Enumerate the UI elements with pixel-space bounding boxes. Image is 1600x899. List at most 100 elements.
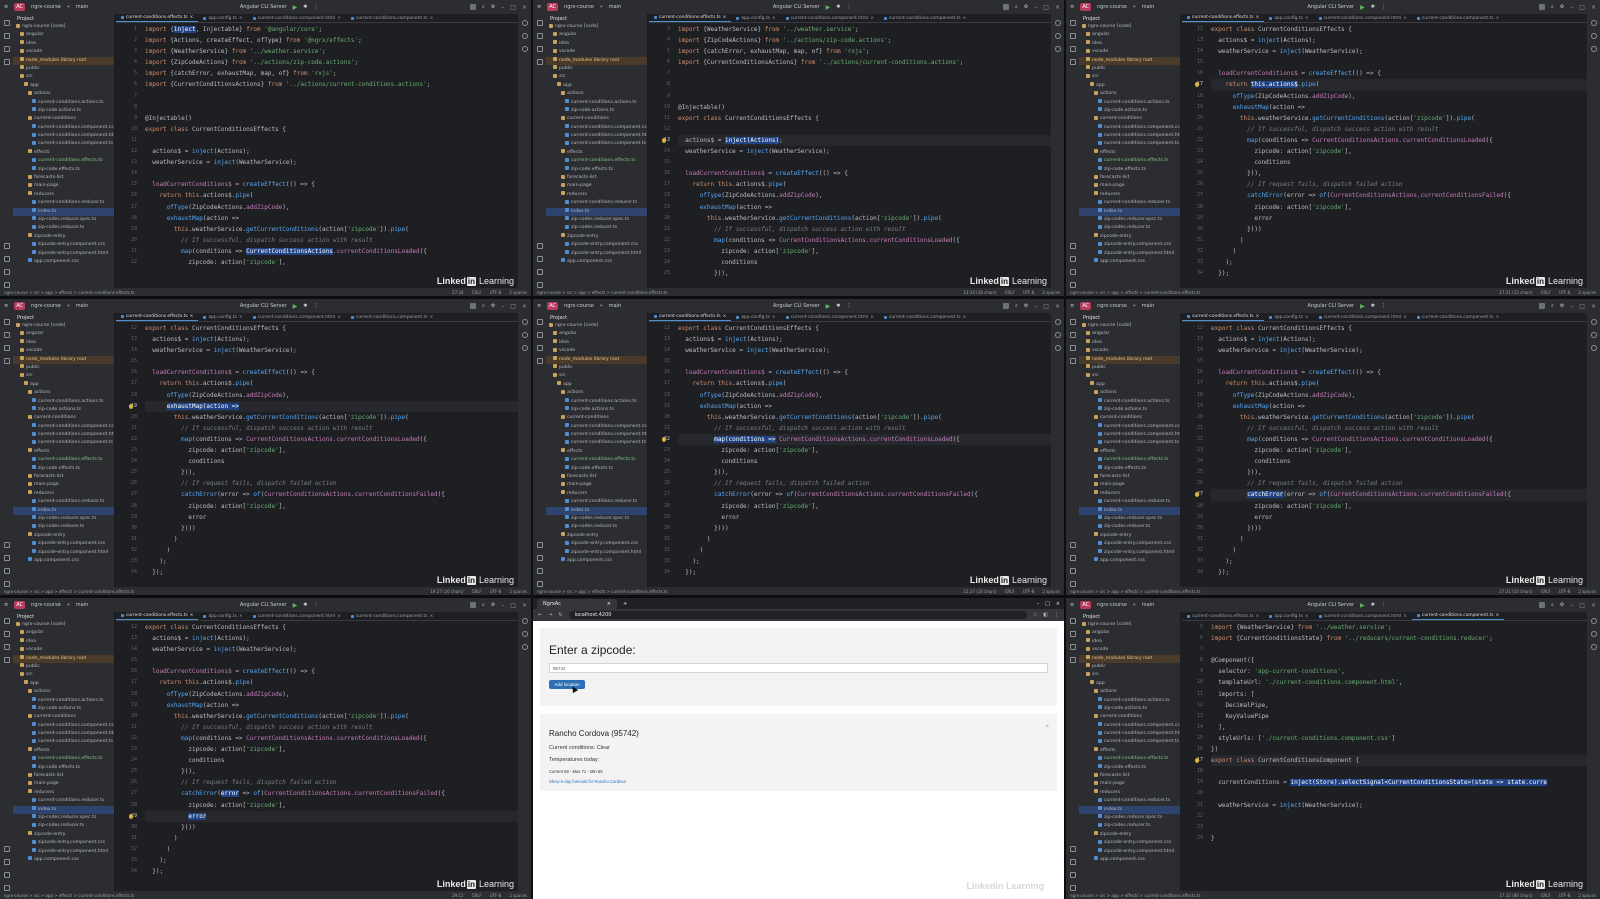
more-tools-icon[interactable] [3,657,10,663]
tree-item[interactable]: vscode [13,347,114,355]
tree-item[interactable]: current-conditions [1079,713,1180,721]
project-name[interactable]: ngrx-course [564,4,594,10]
editor-tab[interactable]: current-conditions.component.ts × [346,14,438,22]
tree-item[interactable]: effects [13,448,114,456]
code-line[interactable]: zipcode: action['zipcode'], [1211,445,1587,456]
tree-item[interactable]: current-conditions.reducer.ts [13,498,114,506]
tree-item[interactable]: current-conditions.component.html [13,132,114,140]
code-line[interactable]: ofType(ZipCodeActions.addZipCode), [1211,91,1587,102]
code-line[interactable]: loadCurrentConditions$ = createEffect(()… [1211,68,1587,79]
tree-item[interactable]: current-conditions.effects.ts [546,157,647,165]
tree-item[interactable]: index.ts [546,207,647,216]
notifications-icon[interactable] [1590,319,1597,325]
code-line[interactable]: weatherService = inject(WeatherService); [145,644,518,655]
tree-item[interactable]: zip-code.effects.ts [1079,465,1180,473]
tree-item[interactable]: current-conditions.component.css [546,423,647,431]
code-line[interactable]: })), [145,467,518,478]
line-ending[interactable]: CRLF [1005,589,1015,594]
account-icon[interactable] [470,303,476,309]
ai-assistant-icon[interactable] [1590,332,1597,338]
code-line[interactable]: actions$ = inject(Actions); [678,334,1051,345]
status-breadcrumb[interactable]: ngrx-course > src > app > effects > curr… [4,893,134,898]
tree-item[interactable]: current-conditions.actions.ts [546,398,647,406]
code-line[interactable]: @Component({ [1211,655,1587,666]
editor-tab[interactable]: current-conditions.component.ts × [1412,14,1504,22]
code-editor[interactable]: 5 6 7 8 9 10 11 12 13 14 15 16 17 18 19 20 21 22 23 24 impo… [1182,622,1587,891]
account-icon[interactable] [470,4,476,10]
run-icon[interactable]: ▶ [826,303,831,310]
code-line[interactable]: import {WeatherService} from '../weather… [145,46,518,57]
close-tab-icon[interactable]: × [1305,614,1309,619]
code-line[interactable]: export class CurrentConditionsEffects { [145,622,518,633]
project-name[interactable]: ngrx-course [1097,303,1127,309]
code-line[interactable] [1211,822,1587,833]
code-line[interactable]: catchError(error => of(CurrentConditions… [678,489,1051,500]
project-tool-icon[interactable] [1069,319,1076,325]
editor-tab[interactable]: app.config.ts × [731,313,780,321]
run-tool-icon[interactable] [3,846,10,852]
tree-item[interactable]: actions [13,389,114,397]
code-line[interactable]: // If successful, dispatch success actio… [145,423,518,434]
tree-item[interactable]: zip-code.effects.ts [13,166,114,174]
maximize-icon[interactable]: □ [510,602,516,609]
tree-item[interactable]: public [1079,364,1180,372]
ai-assistant-icon[interactable] [1054,33,1061,39]
search-icon[interactable]: ⌕ [1551,303,1554,309]
tree-item[interactable]: current-conditions.component.html [1079,431,1180,439]
tree-item[interactable]: current-conditions.component.css [1079,423,1180,431]
code-line[interactable]: ) [145,833,518,844]
code-line[interactable]: }) [1211,744,1587,755]
run-icon[interactable]: ▶ [826,4,831,11]
settings-icon[interactable]: ⚙ [1560,303,1564,309]
tree-item[interactable]: zipcode-entry.component.css [1079,540,1180,548]
run-icon[interactable]: ▶ [293,4,298,11]
editor-tab[interactable]: app.config.ts × [198,313,247,321]
editor-tab[interactable]: current-conditions.component.ts × [346,612,438,620]
tree-item[interactable]: ngrx-course [code] [546,23,647,31]
tree-item[interactable]: public [546,65,647,73]
close-tab-icon[interactable]: × [772,16,776,21]
tree-item[interactable]: idea [13,638,114,646]
tree-item[interactable]: current-conditions.component.ts [13,140,114,148]
editor-tab[interactable]: current-conditions.effects.ts × [116,14,199,22]
close-tab-icon[interactable]: × [1496,315,1500,320]
branch-name[interactable]: main [609,4,622,10]
code-editor[interactable]: 12 13 14 15 16 17 18 19 20 21 22 23 24 25 26 27 28 29 30 31… [116,622,518,891]
tree-item[interactable]: angular [13,31,114,39]
account-icon[interactable] [1003,303,1009,309]
code-line[interactable]: zipcode: action['zipcode'], [678,246,1051,257]
ai-assistant-icon[interactable] [1054,332,1061,338]
code-line[interactable] [1211,811,1587,822]
code-line[interactable]: })), [678,467,1051,478]
tree-item[interactable]: zip-code.actions.ts [13,107,114,115]
code-line[interactable]: catchError(error => of(CurrentConditions… [1211,190,1587,201]
tree-item[interactable]: index.ts [13,207,114,216]
code-line[interactable]: export class CurrentConditionsComponent … [1211,755,1587,767]
run-icon[interactable]: ▶ [293,602,298,609]
structure-tool-icon[interactable] [1069,345,1076,351]
tree-item[interactable]: current-conditions [546,414,647,422]
notifications-icon[interactable] [1590,618,1597,624]
tree-item[interactable]: current-conditions.component.ts [1079,439,1180,447]
more-actions-icon[interactable]: ⋮ [1381,602,1386,608]
tree-item[interactable]: zipcode-entry.component.html [13,848,114,856]
code-line[interactable] [1211,766,1587,777]
tree-item[interactable]: current-conditions.actions.ts [1079,697,1180,705]
tree-item[interactable]: node_modules library root [1079,355,1180,364]
indent-setting[interactable]: 2 spaces [509,290,527,295]
run-icon[interactable]: ▶ [1360,4,1365,11]
code-line[interactable]: }); [145,866,518,877]
code-line[interactable]: error [678,512,1051,523]
tree-item[interactable]: current-conditions.effects.ts [13,157,114,165]
tree-item[interactable]: src [546,73,647,81]
code-line[interactable]: }))) [1211,523,1587,534]
database-icon[interactable] [1590,46,1597,52]
close-tab-icon[interactable]: × [1403,614,1407,619]
tree-item[interactable]: zipcode-entry.component.css [13,241,114,249]
reload-icon[interactable]: ↻ [558,612,562,618]
tree-item[interactable]: index.ts [13,805,114,814]
close-tab-icon[interactable]: × [1496,16,1500,21]
project-tree-header[interactable]: Project [546,14,647,23]
tree-item[interactable]: idea [546,339,647,347]
code-line[interactable]: exhaustMap(action => [678,202,1051,213]
